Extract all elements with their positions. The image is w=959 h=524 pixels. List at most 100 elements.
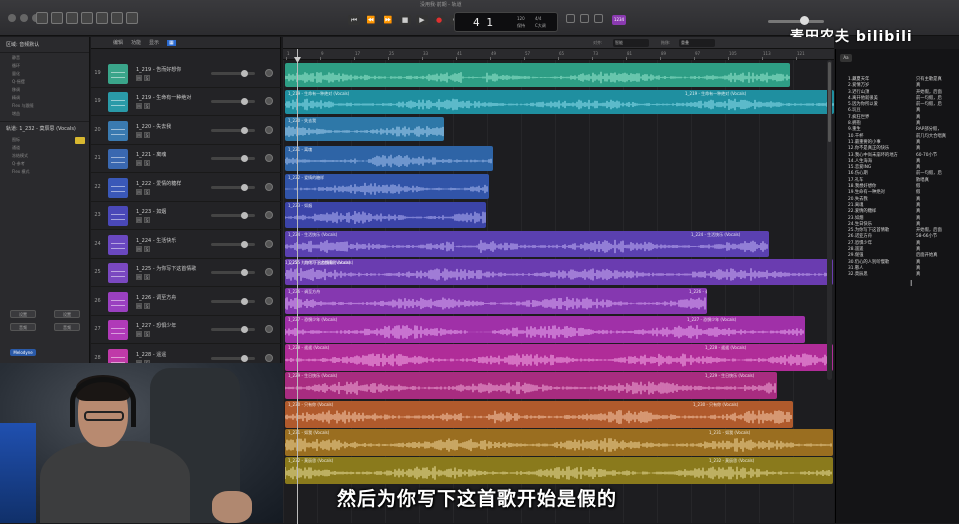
track-name[interactable]: 1_220 - 失去我 xyxy=(136,123,171,130)
track-header[interactable]: 19 1_219 - 告而好想你 M S xyxy=(91,60,281,88)
text-format-tab[interactable]: Aa xyxy=(840,54,852,62)
track-volume-slider[interactable] xyxy=(211,269,255,276)
solo-button[interactable]: S xyxy=(144,303,150,309)
library-icon[interactable] xyxy=(36,12,48,24)
scrollbar-thumb[interactable] xyxy=(828,62,831,142)
region-param-row[interactable]: 静音 xyxy=(12,55,85,61)
audio-region[interactable]: 1_224 - 生活快乐 (Vocals) 1_224 - 生活快乐 (Vocal… xyxy=(285,231,769,257)
audio-region[interactable]: 1_219 - 生命有一种绝对 (Vocals) 1_219 - 生命有一种绝对 … xyxy=(285,90,834,114)
bar-ruler[interactable]: 1 9 17 25 33 41 49 57 65 73 81 89 97 105 113 121 xyxy=(283,49,834,60)
rewind-button[interactable]: ⏮ xyxy=(348,15,360,25)
audio-region[interactable]: 1_231 - 如我 (Vocals) 1_231 - 如我 (Vocals) xyxy=(285,429,833,456)
track-volume-slider[interactable] xyxy=(211,70,255,77)
track-header[interactable]: 26 1_226 - 调至方舟 M S xyxy=(91,288,281,316)
track-name[interactable]: 1_224 - 生活快乐 xyxy=(136,237,176,244)
help-icon[interactable] xyxy=(66,12,78,24)
mute-button[interactable]: M xyxy=(136,103,142,109)
toolbar-icon[interactable] xyxy=(81,12,93,24)
region-param-row[interactable]: Flex 与跟随 xyxy=(12,103,85,109)
melodyne-button[interactable]: Melodyne xyxy=(10,349,36,356)
track-volume-slider[interactable] xyxy=(211,127,255,134)
flex-mode-row[interactable]: Flex 模式 xyxy=(12,169,85,175)
track-volume-slider[interactable] xyxy=(211,241,255,248)
snap-select[interactable]: 智能 xyxy=(613,39,649,47)
track-name[interactable]: 1_227 - 恐惧少年 xyxy=(136,322,176,329)
mute-button[interactable]: M xyxy=(136,160,142,166)
audio-region[interactable] xyxy=(285,63,790,87)
region-inspector-header[interactable]: 区域: 音频默认 xyxy=(0,37,89,53)
track-volume-slider[interactable] xyxy=(211,155,255,162)
pan-knob[interactable] xyxy=(265,268,273,276)
pan-knob[interactable] xyxy=(265,325,273,333)
arrange-area[interactable]: 1_219 - 生命有一种绝对 (Vocals) 1_219 - 生命有一种绝对 … xyxy=(283,60,834,523)
region-param-row[interactable]: 增益 xyxy=(12,111,85,117)
playhead[interactable] xyxy=(297,49,298,524)
track-header[interactable]: 22 1_222 - 爱情的糖样 M S xyxy=(91,174,281,202)
setting-button-left[interactable]: 设置 xyxy=(10,310,36,318)
solo-button[interactable]: S xyxy=(144,75,150,81)
audio-region[interactable]: 1_225 - 为你写下这首情歌 (Vocals) 1_225 - 为你写下这首情… xyxy=(285,259,833,285)
solo-button[interactable]: S xyxy=(144,274,150,280)
q-reference-row[interactable]: Q-参考 xyxy=(12,161,85,167)
region-param-row[interactable]: 量化 xyxy=(12,71,85,77)
track-name[interactable]: 1_223 - 如烟 xyxy=(136,208,166,215)
track-header[interactable]: 25 1_225 - 为你写下这首情歌 M S xyxy=(91,259,281,287)
smart-controls-icon[interactable] xyxy=(96,12,108,24)
pan-knob[interactable] xyxy=(265,97,273,105)
solo-button[interactable]: S xyxy=(144,132,150,138)
audio-region[interactable]: 1_229 - 生日快乐 (Vocals) 1_229 - 生日快乐 (Vocal… xyxy=(285,372,777,399)
view-menu[interactable]: 显示 xyxy=(149,39,159,46)
track-volume-slider[interactable] xyxy=(211,298,255,305)
lcd-display[interactable]: 4 1 120 保持 4/4 C大调 xyxy=(454,12,558,32)
forward-button[interactable]: ⏩ xyxy=(382,15,394,25)
audio-region[interactable]: 1_226 - 调至方舟1_226 - 调至方舟 xyxy=(285,288,707,314)
pan-knob[interactable] xyxy=(265,69,273,77)
region-param-row[interactable]: 移调 xyxy=(12,87,85,93)
freeze-row[interactable]: 冻结模式 xyxy=(12,153,85,159)
catch-button[interactable]: ▦ xyxy=(167,39,176,46)
track-name[interactable]: 1_226 - 调至方舟 xyxy=(136,294,176,301)
stop-button[interactable]: ■ xyxy=(399,15,411,25)
solo-button[interactable]: S xyxy=(144,331,150,337)
master-volume-slider[interactable] xyxy=(768,20,824,23)
track-header[interactable]: 24 1_224 - 生活快乐 M S xyxy=(91,231,281,259)
drag-select[interactable]: 重叠 xyxy=(679,39,715,47)
track-name[interactable]: 1_219 - 生命有一种绝对 xyxy=(136,94,191,101)
close-window-button[interactable] xyxy=(8,14,16,22)
audio-region[interactable]: 1_227 - 恐惧少年 (Vocals) 1_227 - 恐惧少年 (Vocal… xyxy=(285,316,805,343)
track-inspector-header[interactable]: 轨道: 1_232 - 莫辰思 (Vocals) xyxy=(0,121,89,135)
track-header[interactable]: 19 1_219 - 生命有一种绝对 M S xyxy=(91,88,281,116)
track-header[interactable]: 21 1_221 - 离魂 M S xyxy=(91,145,281,173)
mute-button[interactable]: M xyxy=(136,217,142,223)
minimize-window-button[interactable] xyxy=(20,14,28,22)
mute-button[interactable]: M xyxy=(136,132,142,138)
region-param-row[interactable]: Q-摇摆 xyxy=(12,79,85,85)
pan-knob[interactable] xyxy=(265,183,273,191)
mixer-icon[interactable] xyxy=(111,12,123,24)
play-button[interactable]: ▶ xyxy=(416,15,428,25)
mute-button[interactable]: M xyxy=(136,331,142,337)
track-header[interactable]: 20 1_220 - 失去我 M S xyxy=(91,117,281,145)
record-button[interactable]: ● xyxy=(433,15,445,25)
region-param-row[interactable]: 循环 xyxy=(12,63,85,69)
audio-region[interactable]: 1_230 - 只有你 (Vocals) 1_230 - 只有你 (Vocals) xyxy=(285,401,793,428)
audio-region[interactable]: 1_222 - 爱情的糖样 xyxy=(285,174,489,199)
back-button[interactable]: ⏪ xyxy=(365,15,377,25)
track-volume-slider[interactable] xyxy=(211,212,255,219)
track-volume-slider[interactable] xyxy=(211,326,255,333)
channel-row[interactable]: 通道 xyxy=(12,145,85,151)
pan-knob[interactable] xyxy=(265,354,273,362)
track-header[interactable]: 23 1_223 - 如烟 M S xyxy=(91,202,281,230)
solo-button[interactable]: S xyxy=(144,160,150,166)
solo-button[interactable]: S xyxy=(144,246,150,252)
solo-button[interactable]: S xyxy=(144,217,150,223)
song-list[interactable]: 1.藏夏天年 只有主歌是真 2.爱情万岁真 3.迟行山顶 开始假，后面 4.离开他就很美前… xyxy=(848,76,956,278)
audio-region[interactable]: 1_232 - 莫辰思 (Vocals) 1_232 - 莫辰思 (Vocals) xyxy=(285,457,833,484)
mute-button[interactable]: M xyxy=(136,75,142,81)
audio-region[interactable]: 1_223 - 如烟 xyxy=(285,202,486,228)
pan-knob[interactable] xyxy=(265,211,273,219)
pan-knob[interactable] xyxy=(265,240,273,248)
mute-button[interactable]: M xyxy=(136,274,142,280)
pan-knob[interactable] xyxy=(265,297,273,305)
track-icon[interactable] xyxy=(75,137,85,144)
